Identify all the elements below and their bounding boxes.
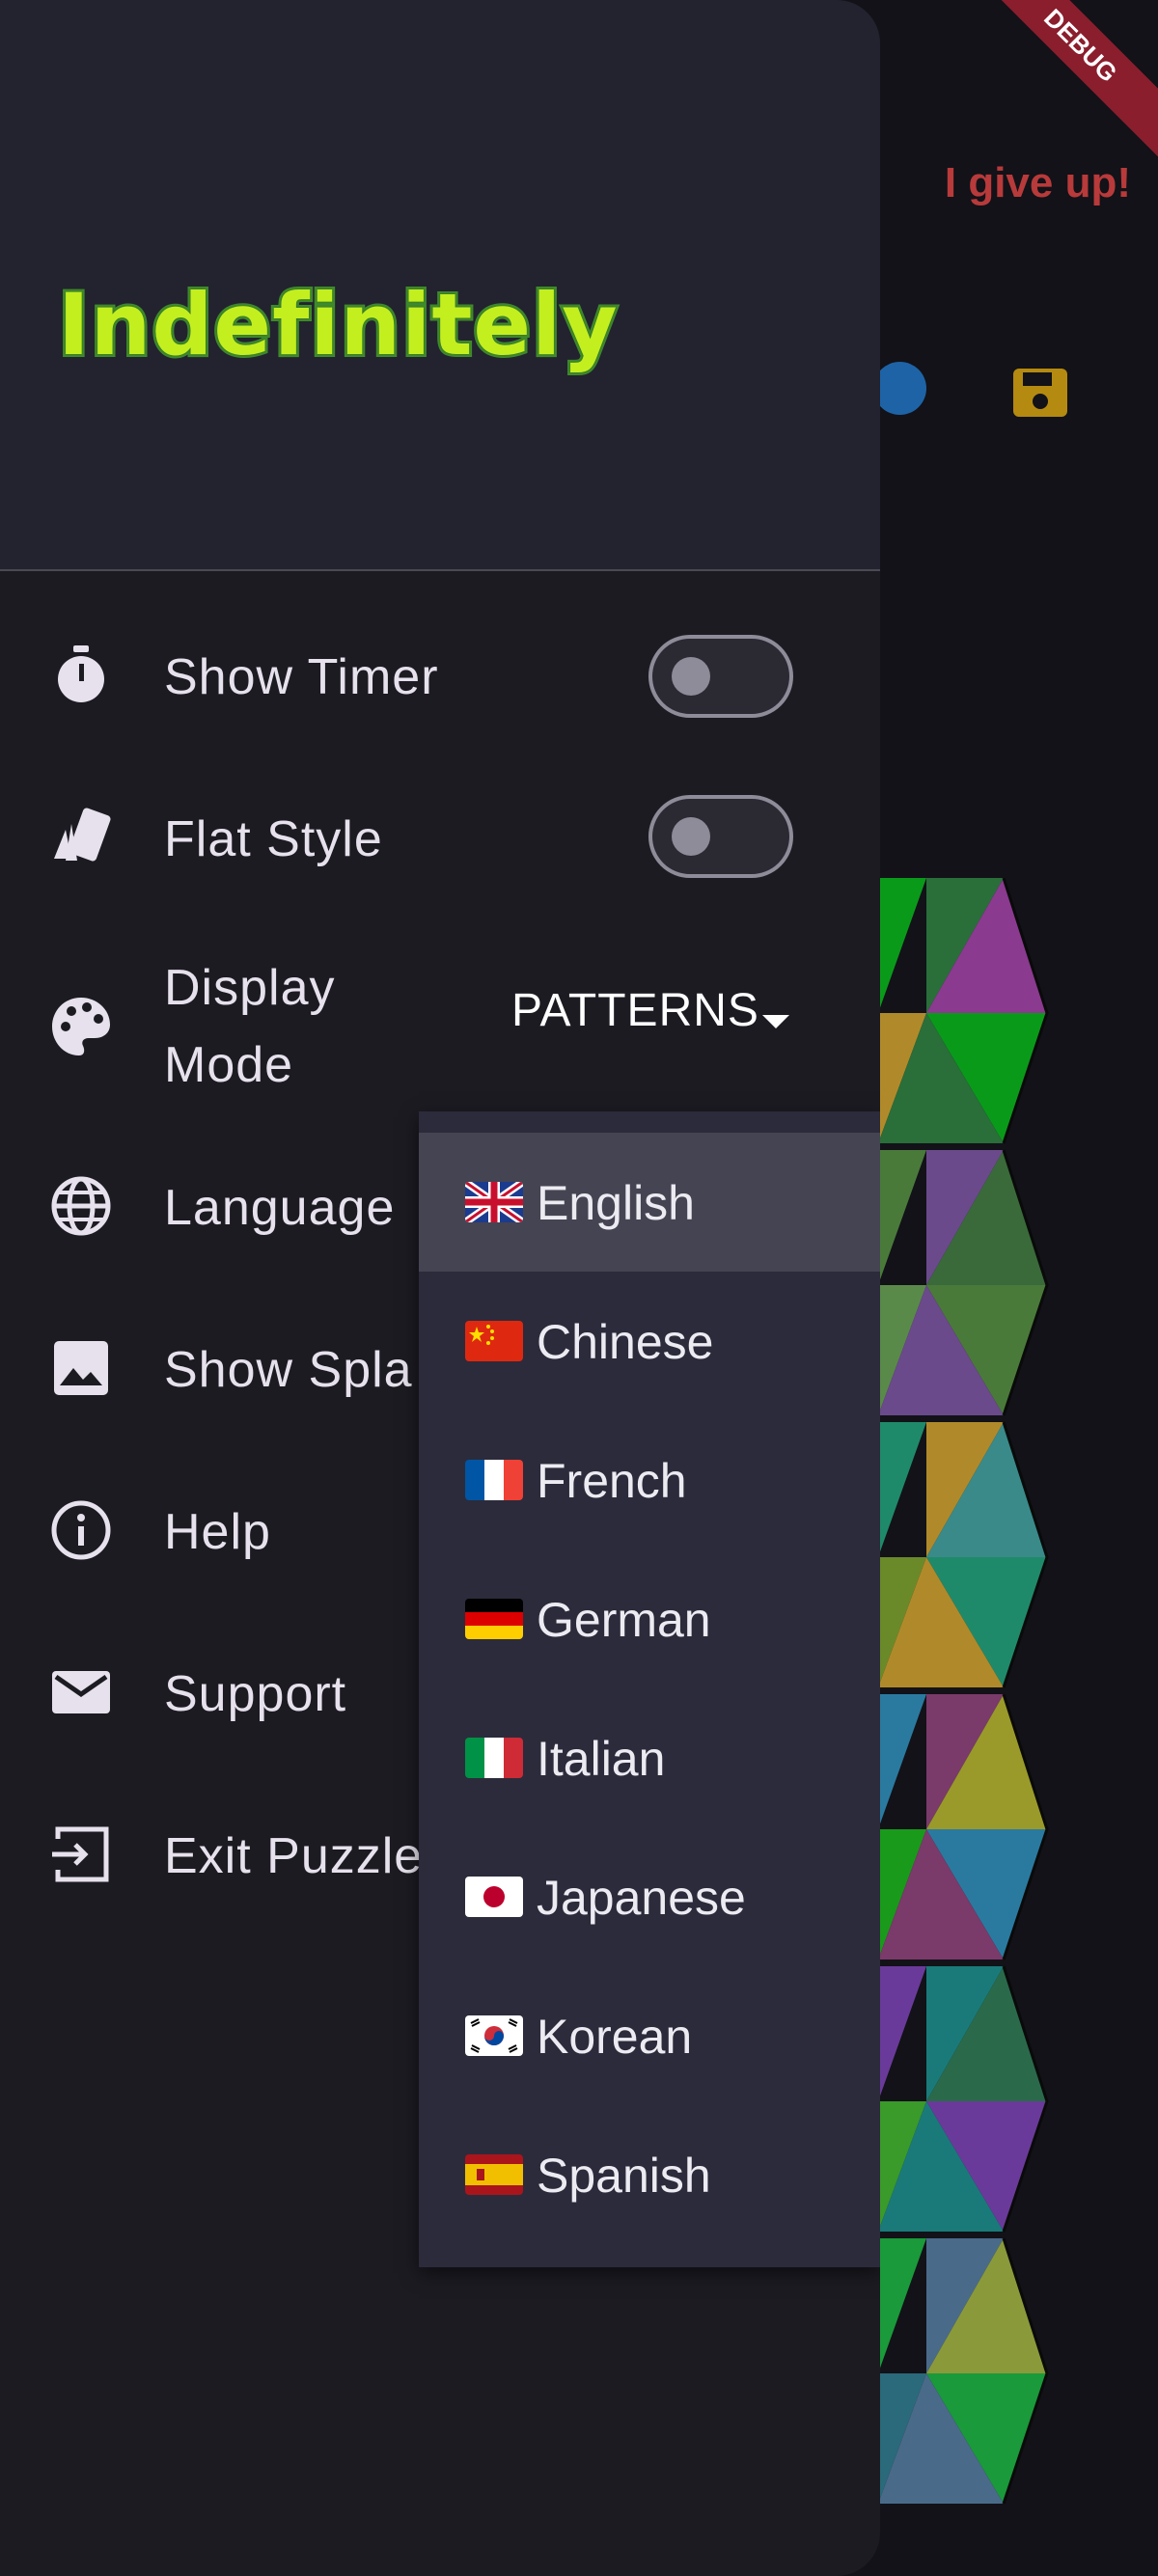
flat-style-label: Flat Style — [164, 811, 383, 867]
exit-icon — [52, 1826, 109, 1882]
language-option-italian[interactable]: Italian — [419, 1688, 880, 1827]
language-option-spanish[interactable]: Spanish — [419, 2105, 880, 2244]
help-label: Help — [164, 1504, 271, 1560]
support-label: Support — [164, 1666, 347, 1722]
language-label: Language — [164, 1180, 396, 1236]
image-icon — [54, 1341, 108, 1395]
language-option-french[interactable]: French — [419, 1411, 880, 1549]
language-option-label: English — [537, 1176, 695, 1230]
puzzle-tile-triangle — [878, 2238, 926, 2373]
language-option-label: Italian — [537, 1732, 666, 1786]
japan-flag-icon — [465, 1877, 523, 1917]
display-mode-label: Display Mode — [164, 960, 336, 1093]
drawer-header: Indefinitely — [0, 0, 880, 571]
mail-icon — [52, 1671, 110, 1713]
puzzle-board[interactable] — [878, 878, 1090, 2518]
palette-icon — [52, 998, 110, 1055]
navigation-drawer: Indefinitely Show Timer Flat Style Displ… — [0, 0, 880, 2576]
france-flag-icon — [465, 1460, 523, 1500]
color-dot-icon[interactable] — [873, 362, 926, 415]
language-option-label: Japanese — [537, 1871, 746, 1925]
language-option-german[interactable]: German — [419, 1549, 880, 1688]
cards-icon — [54, 808, 111, 862]
menu-item-flat-style[interactable]: Flat Style — [0, 791, 880, 888]
italy-flag-icon — [465, 1738, 523, 1778]
puzzle-tile-triangle — [878, 878, 926, 1013]
language-option-english[interactable]: English — [419, 1133, 880, 1272]
show-splash-label: Show Spla — [164, 1342, 413, 1398]
china-flag-icon — [465, 1321, 523, 1361]
language-option-label: French — [537, 1454, 687, 1508]
app-logo: Indefinitely — [55, 272, 620, 377]
timer-icon — [58, 645, 104, 702]
menu-item-show-timer[interactable]: Show Timer — [0, 627, 880, 724]
save-icon[interactable] — [1011, 367, 1069, 419]
show-timer-toggle[interactable] — [648, 635, 793, 718]
language-option-label: German — [537, 1593, 711, 1647]
language-dropdown-menu: English Chinese French German Italian Ja… — [419, 1111, 880, 2267]
language-option-label: Korean — [537, 2010, 693, 2064]
korea-flag-icon — [465, 2015, 523, 2056]
display-mode-dropdown[interactable]: PATTERNS — [511, 984, 759, 1037]
puzzle-tile-triangle — [878, 1422, 926, 1557]
give-up-button[interactable]: I give up! — [945, 159, 1131, 207]
language-option-label: Spanish — [537, 2149, 711, 2203]
flat-style-toggle[interactable] — [648, 795, 793, 878]
uk-flag-icon — [465, 1182, 523, 1222]
language-option-label: Chinese — [537, 1315, 714, 1369]
globe-icon — [51, 1176, 111, 1236]
spain-flag-icon — [465, 2154, 523, 2195]
dropdown-caret-icon[interactable] — [762, 1015, 789, 1028]
puzzle-tile-triangle — [878, 1694, 926, 1829]
germany-flag-icon — [465, 1599, 523, 1639]
language-option-korean[interactable]: Korean — [419, 1966, 880, 2105]
show-timer-label: Show Timer — [164, 649, 439, 705]
info-icon — [51, 1500, 111, 1560]
language-option-chinese[interactable]: Chinese — [419, 1272, 880, 1411]
language-option-japanese[interactable]: Japanese — [419, 1827, 880, 1966]
puzzle-tile-triangle — [878, 1150, 926, 1285]
exit-puzzle-label: Exit Puzzle — [164, 1828, 424, 1884]
puzzle-tile-triangle — [878, 1966, 926, 2101]
